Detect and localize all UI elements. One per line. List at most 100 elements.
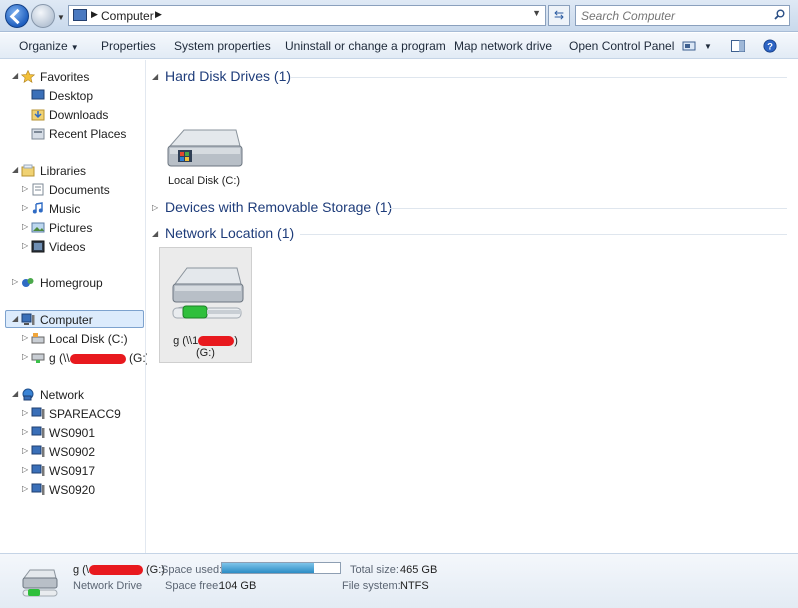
sidebar-item-documents[interactable]: ▷ Documents (0, 181, 146, 199)
space-free-label: Space free: (165, 580, 222, 592)
expand-arrow-icon[interactable]: ▷ (22, 222, 28, 231)
sidebar-label: WS0920 (49, 483, 96, 497)
network-computer-icon (31, 464, 45, 476)
expand-arrow-icon[interactable]: ▷ (22, 465, 28, 474)
sidebar-label: Videos (49, 240, 86, 254)
desktop-icon (31, 89, 45, 100)
properties-button[interactable]: Properties (101, 39, 156, 53)
preview-pane-icon[interactable] (730, 39, 746, 53)
expand-arrow-icon[interactable]: ▷ (22, 184, 28, 193)
sidebar-label: SPAREACC9 (49, 407, 121, 421)
group-header-hard-disk-drives[interactable]: ◢ Hard Disk Drives (1) (152, 67, 787, 87)
sidebar-item-local-disk[interactable]: ▷ Local Disk (C:) (0, 330, 146, 348)
network-computer-icon (31, 407, 45, 419)
sidebar-item-pictures[interactable]: ▷ Pictures (0, 219, 146, 237)
drive-network-g[interactable]: g (\\1) (G:) (159, 247, 252, 363)
uninstall-program-button[interactable]: Uninstall or change a program (285, 39, 446, 53)
collapse-arrow-icon[interactable]: ◢ (12, 314, 18, 323)
sidebar-item-network-computer[interactable]: ▷ WS0917 (0, 462, 146, 480)
organize-button[interactable]: Organize ▼ (19, 39, 79, 53)
system-properties-button[interactable]: System properties (174, 39, 271, 53)
drive-label-prefix: g (\\1 (173, 335, 199, 347)
file-list: ◢ Hard Disk Drives (1) Local Disk (C:) ▷… (147, 60, 798, 553)
refresh-button[interactable]: ⇆ (548, 5, 570, 26)
redaction-mark (198, 336, 235, 347)
music-icon (32, 202, 43, 214)
network-icon (22, 388, 34, 401)
group-divider (290, 77, 787, 78)
sidebar-item-network-computer[interactable]: ▷ WS0920 (0, 481, 146, 499)
sidebar-item-network-computer[interactable]: ▷ SPAREACC9 (0, 405, 146, 423)
group-header-removable-storage[interactable]: ▷ Devices with Removable Storage (1) (152, 198, 787, 218)
breadcrumb-computer[interactable]: Computer (101, 9, 154, 23)
recent-pages-dropdown[interactable]: ▼ (57, 13, 65, 22)
network-drive-prefix: g (\\ (49, 351, 70, 365)
help-icon[interactable]: ? (762, 39, 778, 53)
expand-arrow-icon[interactable]: ▷ (152, 203, 158, 212)
expand-arrow-icon[interactable]: ▷ (22, 333, 28, 342)
sidebar-item-network-computer[interactable]: ▷ WS0901 (0, 424, 146, 442)
search-input[interactable] (576, 6, 766, 25)
selected-item-type: Network Drive (73, 580, 143, 592)
collapse-arrow-icon[interactable]: ◢ (152, 72, 158, 81)
recent-places-icon (31, 128, 45, 140)
open-control-panel-button[interactable]: Open Control Panel (569, 39, 674, 53)
libraries-icon (21, 164, 35, 177)
drive-label-suffix: ) (234, 335, 238, 347)
sidebar-item-desktop[interactable]: Desktop (0, 87, 146, 105)
collapse-arrow-icon[interactable]: ◢ (12, 389, 18, 398)
sidebar-label: Computer (40, 313, 93, 327)
forward-button[interactable] (31, 4, 55, 28)
sidebar-item-network-drive[interactable]: ▷ g (\\ (G:) (0, 349, 150, 367)
group-divider (390, 208, 787, 209)
sidebar-item-computer[interactable]: ◢ Computer (5, 310, 144, 328)
sidebar-label: Local Disk (C:) (49, 332, 128, 346)
command-bar: Organize ▼ Properties System properties U… (0, 33, 798, 59)
view-options-dropdown-icon[interactable]: ▼ (704, 42, 712, 51)
back-button[interactable] (5, 4, 29, 28)
expand-arrow-icon[interactable]: ▷ (22, 241, 28, 250)
computer-icon (21, 313, 35, 325)
sidebar-item-network-computer[interactable]: ▷ WS0902 (0, 443, 146, 461)
space-free-value: 104 GB (219, 580, 257, 592)
expand-arrow-icon[interactable]: ▷ (22, 446, 28, 455)
sidebar-item-recent-places[interactable]: Recent Places (0, 125, 146, 143)
hard-drive-icon (167, 129, 243, 167)
collapse-arrow-icon[interactable]: ◢ (12, 71, 18, 80)
change-view-icon[interactable] (681, 39, 697, 53)
sidebar-item-network[interactable]: ◢ Network (0, 386, 146, 404)
search-icon[interactable] (774, 9, 785, 20)
collapse-arrow-icon[interactable]: ◢ (152, 229, 158, 238)
expand-arrow-icon[interactable]: ▷ (12, 277, 18, 286)
address-dropdown-icon[interactable]: ▼ (532, 8, 541, 18)
sidebar-item-downloads[interactable]: Downloads (0, 106, 146, 124)
space-used-fill (222, 563, 315, 573)
sidebar-label: WS0917 (49, 464, 96, 478)
sidebar-item-homegroup[interactable]: ▷ Homegroup (0, 274, 146, 292)
address-box[interactable]: ▶ Computer ▶ ▼ (68, 5, 546, 26)
sidebar-label: Libraries (40, 164, 87, 178)
sidebar-item-videos[interactable]: ▷ Videos (0, 238, 146, 256)
expand-arrow-icon[interactable]: ▷ (22, 408, 28, 417)
expand-arrow-icon[interactable]: ▷ (22, 203, 28, 212)
pictures-icon (31, 222, 45, 233)
map-network-drive-button[interactable]: Map network drive (454, 39, 552, 53)
breadcrumb-chevron-icon[interactable]: ▶ (91, 9, 98, 20)
total-size-value: 465 GB (400, 564, 438, 576)
group-header-network-location[interactable]: ◢ Network Location (1) (152, 224, 787, 244)
search-box[interactable] (575, 5, 790, 26)
sidebar-item-music[interactable]: ▷ Music (0, 200, 146, 218)
sidebar-label: Network (40, 388, 85, 402)
drive-local-disk-c[interactable]: Local Disk (C:) (161, 124, 247, 192)
network-drive-icon (22, 569, 58, 597)
sidebar-item-libraries[interactable]: ◢ Libraries (0, 162, 146, 180)
space-used-bar (221, 562, 341, 574)
collapse-arrow-icon[interactable]: ◢ (12, 165, 18, 174)
expand-arrow-icon[interactable]: ▷ (22, 352, 28, 361)
breadcrumb-chevron-icon[interactable]: ▶ (155, 9, 162, 20)
expand-arrow-icon[interactable]: ▷ (22, 427, 28, 436)
group-title: Hard Disk Drives (1) (165, 68, 292, 84)
chevron-down-icon: ▼ (70, 43, 79, 52)
expand-arrow-icon[interactable]: ▷ (22, 484, 28, 493)
sidebar-item-favorites[interactable]: ◢ Favorites (0, 68, 146, 86)
